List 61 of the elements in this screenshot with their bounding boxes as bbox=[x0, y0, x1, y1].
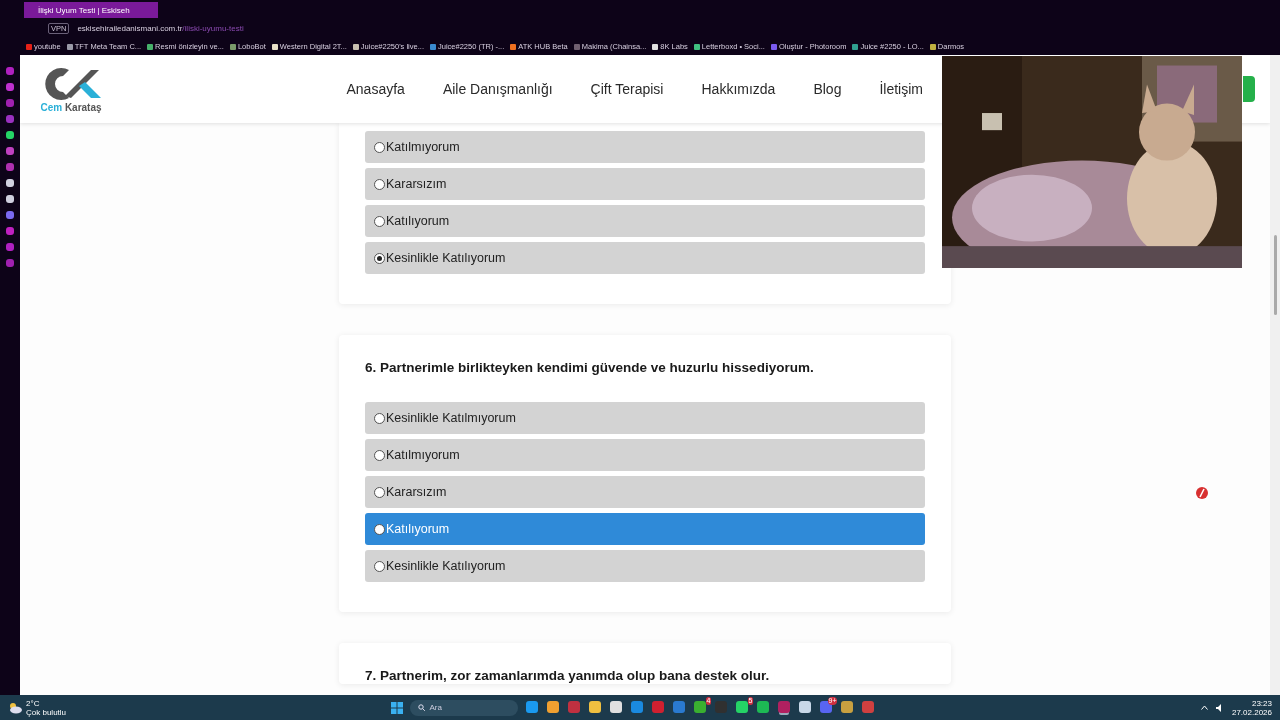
radio-button[interactable] bbox=[374, 449, 385, 461]
browser-tab[interactable]: İlişki Uyum Testi | Eskiseh bbox=[24, 2, 158, 18]
answer-option[interactable]: Katılıyorum bbox=[365, 513, 925, 545]
taskbar-app-icon[interactable] bbox=[798, 700, 813, 715]
answer-option[interactable]: Katılmıyorum bbox=[365, 439, 925, 471]
windows-start-icon[interactable] bbox=[391, 701, 404, 714]
taskbar-app-icon[interactable] bbox=[840, 700, 855, 715]
logo-text: Cem Karataş bbox=[40, 101, 102, 113]
option-label: Kararsızım bbox=[386, 485, 447, 499]
answer-option[interactable]: Katılmıyorum bbox=[365, 131, 925, 163]
answer-option[interactable]: Kesinlikle Katılıyorum bbox=[365, 242, 925, 274]
answer-option[interactable]: Kararsızım bbox=[365, 476, 925, 508]
question-title: 6. Partnerimle birlikteyken kendimi güvende ve huzurlu hissediyorum. bbox=[365, 360, 815, 376]
floating-widget-icon[interactable] bbox=[1195, 486, 1209, 500]
cloud-icon bbox=[8, 701, 22, 714]
clock-time: 23:23 bbox=[1251, 698, 1272, 708]
clock-date: 27.02.2026 bbox=[1231, 707, 1272, 717]
nav-link[interactable]: İletişim bbox=[879, 81, 923, 97]
radio-button[interactable] bbox=[374, 141, 385, 153]
taskbar-app-icon[interactable] bbox=[756, 700, 771, 715]
option-label: Kesinlikle Katılıyorum bbox=[386, 559, 506, 573]
taskbar-app-icon[interactable] bbox=[777, 700, 792, 715]
answer-option[interactable]: Kesinlikle Katılmıyorum bbox=[365, 402, 925, 434]
radio-button[interactable] bbox=[374, 560, 385, 572]
search-icon bbox=[418, 704, 426, 711]
option-label: Kesinlikle Katılmıyorum bbox=[386, 411, 516, 425]
sidebar-app-icon[interactable] bbox=[6, 195, 14, 203]
nav-link[interactable]: Aile Danışmanlığı bbox=[442, 81, 553, 97]
radio-button[interactable] bbox=[374, 215, 385, 227]
option-label: Katılmıyorum bbox=[386, 448, 460, 462]
radio-button[interactable] bbox=[374, 252, 385, 264]
option-label: Kesinlikle Katılıyorum bbox=[386, 251, 506, 265]
question-title: 7. Partnerim, zor zamanlarımda yanımda olup bana destek olur. bbox=[365, 668, 771, 684]
radio-button[interactable] bbox=[374, 523, 385, 535]
answer-option[interactable]: Kesinlikle Katılıyorum bbox=[365, 550, 925, 582]
option-label: Katılıyorum bbox=[386, 214, 450, 228]
address-bar[interactable]: eskisehirailedanismani.com.tr/iliski-uyumu-testi bbox=[77, 23, 244, 33]
scrollbar-thumb[interactable] bbox=[1273, 235, 1277, 315]
radio-button[interactable] bbox=[374, 412, 385, 424]
search-field[interactable]: Ara bbox=[410, 699, 519, 716]
taskbar-app-icon[interactable] bbox=[525, 700, 540, 715]
sidebar-app-icon[interactable] bbox=[6, 131, 14, 139]
taskbar-app-icon[interactable] bbox=[546, 700, 561, 715]
nav-link[interactable]: Hakkımızda bbox=[701, 81, 776, 97]
sidebar-app-icon[interactable] bbox=[6, 179, 14, 187]
nav-link[interactable]: Çift Terapisi bbox=[590, 81, 664, 97]
weather-text: Çok bulutlu bbox=[26, 707, 67, 717]
answer-option[interactable]: Kararsızım bbox=[365, 168, 925, 200]
speaker-icon[interactable] bbox=[1215, 703, 1224, 712]
answer-option[interactable]: Katılıyorum bbox=[365, 205, 925, 237]
option-label: Katılıyorum bbox=[386, 522, 450, 536]
option-label: Kararsızım bbox=[386, 177, 447, 191]
nav-link[interactable]: Anasayfa bbox=[346, 81, 405, 97]
chevron-up-icon[interactable] bbox=[1200, 705, 1208, 710]
radio-button[interactable] bbox=[374, 486, 385, 498]
taskbar-app-icon[interactable] bbox=[609, 700, 624, 715]
temperature: 2°C bbox=[26, 698, 41, 708]
taskbar-app-icon[interactable] bbox=[588, 700, 603, 715]
option-label: Katılmıyorum bbox=[386, 140, 460, 154]
nav-link[interactable]: Blog bbox=[813, 81, 842, 97]
radio-button[interactable] bbox=[374, 178, 385, 190]
